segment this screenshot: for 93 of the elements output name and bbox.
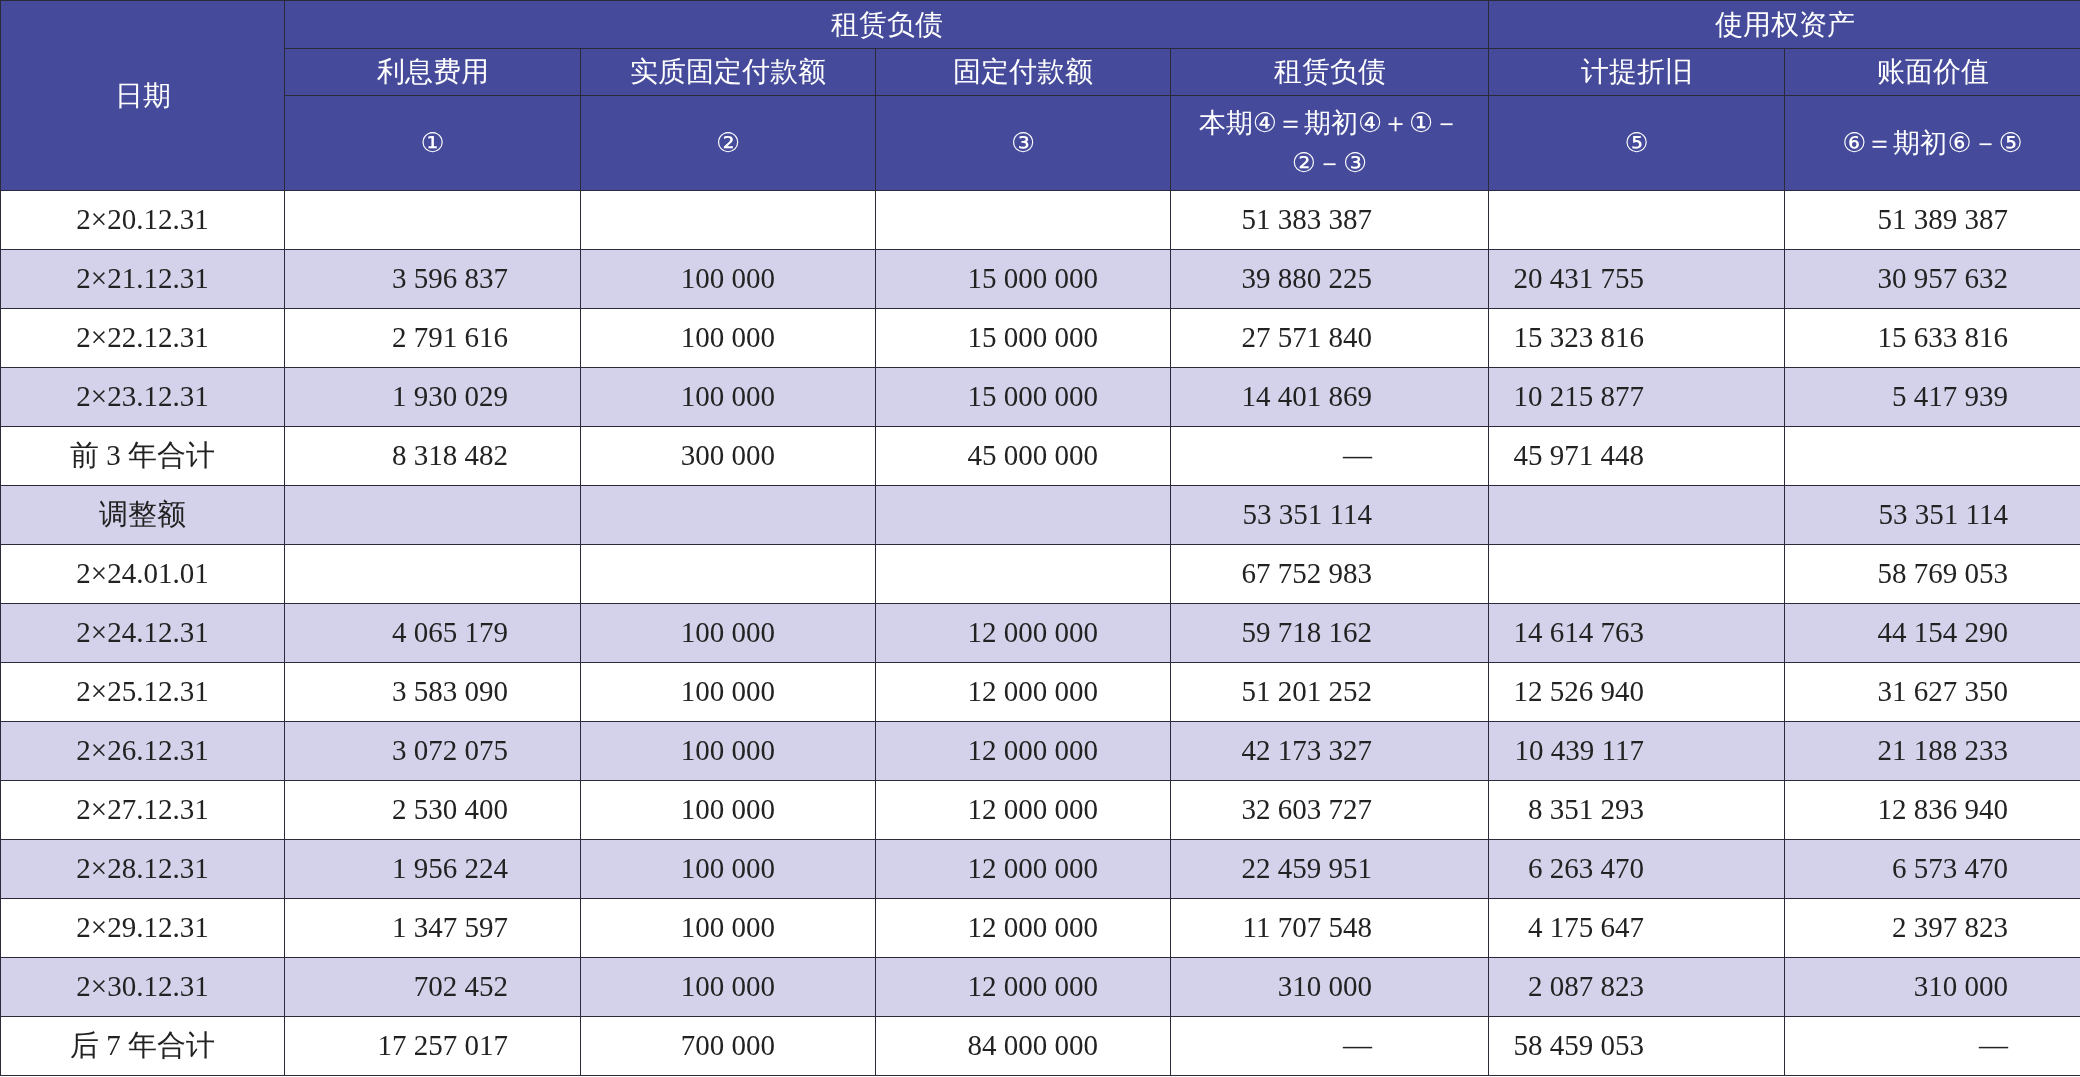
table-cell: 2 530 400	[284, 780, 581, 840]
table-cell: 14 401 869	[1170, 367, 1489, 427]
table-cell: 22 459 951	[1170, 839, 1489, 899]
table-cell: 100 000	[580, 898, 876, 958]
table-cell: 53 351 114	[1170, 485, 1489, 545]
header-cell: 实质固定付款额	[580, 48, 876, 96]
table-cell: 310 000	[1170, 957, 1489, 1017]
table-cell: 20 431 755	[1488, 249, 1785, 309]
table-cell: 3 596 837	[284, 249, 581, 309]
table-cell: 58 459 053	[1488, 1016, 1785, 1076]
table-cell: 12 000 000	[875, 721, 1171, 781]
table-cell: 100 000	[580, 603, 876, 663]
table-cell: 39 880 225	[1170, 249, 1489, 309]
table-cell: 700 000	[580, 1016, 876, 1076]
table-cell: 1 930 029	[284, 367, 581, 427]
table-cell: 3 072 075	[284, 721, 581, 781]
table-cell: 17 257 017	[284, 1016, 581, 1076]
table-cell: 45 971 448	[1488, 426, 1785, 486]
table-cell: 10 215 877	[1488, 367, 1785, 427]
table-cell: 300 000	[580, 426, 876, 486]
table-cell: 2×28.12.31	[0, 839, 285, 899]
table-cell: 15 000 000	[875, 308, 1171, 368]
table-cell: 14 614 763	[1488, 603, 1785, 663]
table-cell: 100 000	[580, 780, 876, 840]
table-cell: 后 7 年合计	[0, 1016, 285, 1076]
table-cell: 2×26.12.31	[0, 721, 285, 781]
table-cell: —	[1170, 426, 1489, 486]
header-cell: ①	[284, 95, 581, 191]
table-cell: 2×21.12.31	[0, 249, 285, 309]
table-cell: 59 718 162	[1170, 603, 1489, 663]
table-cell: 27 571 840	[1170, 308, 1489, 368]
table-cell: 6 263 470	[1488, 839, 1785, 899]
table-cell: 11 707 548	[1170, 898, 1489, 958]
table-cell: 12 000 000	[875, 603, 1171, 663]
table-cell: 8 351 293	[1488, 780, 1785, 840]
table-cell: 2×27.12.31	[0, 780, 285, 840]
table-cell: 2×22.12.31	[0, 308, 285, 368]
table-cell: 702 452	[284, 957, 581, 1017]
table-cell: 12 000 000	[875, 898, 1171, 958]
table-cell: 100 000	[580, 662, 876, 722]
table-cell: 4 175 647	[1488, 898, 1785, 958]
header-cell: 账面价值	[1784, 48, 2080, 96]
header-cell: 本期④＝期初④＋①－②－③	[1170, 95, 1489, 191]
header-cell: 使用权资产	[1488, 0, 2080, 49]
table-cell: 100 000	[580, 367, 876, 427]
table-cell: 51 201 252	[1170, 662, 1489, 722]
table-cell: 51 383 387	[1170, 190, 1489, 250]
table-cell: 2 791 616	[284, 308, 581, 368]
table-cell: —	[1170, 1016, 1489, 1076]
table-cell: 100 000	[580, 957, 876, 1017]
table-cell: 15 000 000	[875, 249, 1171, 309]
table-cell: 42 173 327	[1170, 721, 1489, 781]
header-cell: 租赁负债	[1170, 48, 1489, 96]
header-cell: 固定付款额	[875, 48, 1171, 96]
table-cell: 15 323 816	[1488, 308, 1785, 368]
table-cell: 10 439 117	[1488, 721, 1785, 781]
table-cell: 12 000 000	[875, 662, 1171, 722]
table-cell: 1 956 224	[284, 839, 581, 899]
header-cell: ③	[875, 95, 1171, 191]
header-cell: ⑥＝期初⑥－⑤	[1784, 95, 2080, 191]
table-cell: 84 000 000	[875, 1016, 1171, 1076]
table-cell: 2×30.12.31	[0, 957, 285, 1017]
table-cell: 100 000	[580, 721, 876, 781]
table-cell: 2×20.12.31	[0, 190, 285, 250]
table-cell: 前 3 年合计	[0, 426, 285, 486]
header-cell: 计提折旧	[1488, 48, 1785, 96]
header-cell: ⑤	[1488, 95, 1785, 191]
table-cell: 2 087 823	[1488, 957, 1785, 1017]
table-cell: 100 000	[580, 308, 876, 368]
table-cell: 15 000 000	[875, 367, 1171, 427]
table-cell: 1 347 597	[284, 898, 581, 958]
table-cell: 12 526 940	[1488, 662, 1785, 722]
table-cell: 2×24.01.01	[0, 544, 285, 604]
table-cell: 67 752 983	[1170, 544, 1489, 604]
table-cell: 12 000 000	[875, 839, 1171, 899]
header-cell: ②	[580, 95, 876, 191]
table-cell: 2×23.12.31	[0, 367, 285, 427]
table-cell: 45 000 000	[875, 426, 1171, 486]
table-cell: 12 000 000	[875, 957, 1171, 1017]
table-cell: 8 318 482	[284, 426, 581, 486]
header-cell: 租赁负债	[284, 0, 1489, 49]
table-cell: 2×25.12.31	[0, 662, 285, 722]
table-cell: 100 000	[580, 249, 876, 309]
table-cell: 100 000	[580, 839, 876, 899]
table-cell: 4 065 179	[284, 603, 581, 663]
table-cell: 调整额	[0, 485, 285, 545]
header-cell: 利息费用	[284, 48, 581, 96]
table-cell: 12 000 000	[875, 780, 1171, 840]
table-cell: 3 583 090	[284, 662, 581, 722]
table-cell: 2×29.12.31	[0, 898, 285, 958]
table-cell: 2×24.12.31	[0, 603, 285, 663]
table-cell: 32 603 727	[1170, 780, 1489, 840]
header-cell: 日期	[0, 0, 285, 191]
